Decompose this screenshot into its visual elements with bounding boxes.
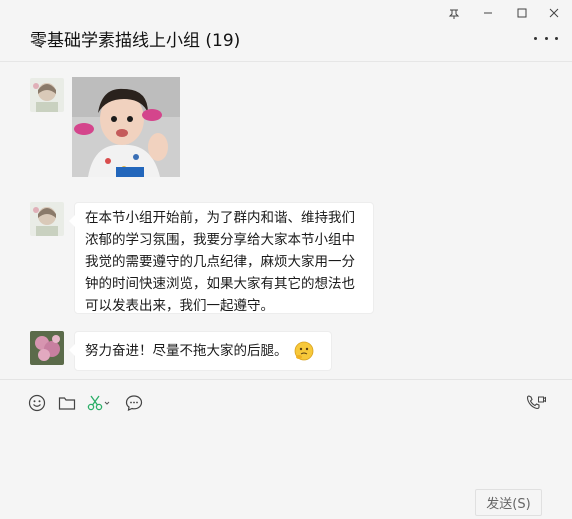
folder-icon[interactable] (57, 393, 77, 413)
scissors-icon[interactable] (87, 393, 113, 413)
message-input[interactable] (0, 420, 572, 490)
girl-avatar[interactable] (30, 202, 64, 236)
girl-avatar[interactable] (30, 78, 64, 112)
pin-icon[interactable] (440, 3, 468, 23)
emoji-icon[interactable] (27, 393, 47, 413)
close-icon[interactable] (540, 3, 568, 23)
chat-bubble-icon[interactable] (124, 393, 144, 413)
message-text: 努力奋进！尽量不拖大家的后腿。 (85, 343, 288, 359)
title-bar: 零基础学素描线上小组 (19) (0, 0, 572, 62)
sticker-photo-little-girl[interactable] (72, 77, 180, 177)
minimize-icon[interactable] (474, 3, 502, 23)
message-text: 在本节小组开始前，为了群内和谐、维持我们浓郁的学习氛围，我要分享给大家本节小组中… (85, 210, 355, 314)
composer-divider (0, 379, 572, 380)
more-options-icon[interactable] (534, 30, 558, 46)
chat-title: 零基础学素描线上小组 (19) (30, 31, 241, 51)
maximize-icon[interactable] (508, 3, 536, 23)
thinking-emoji (294, 341, 314, 361)
flower-avatar[interactable] (30, 331, 64, 365)
video-call-icon[interactable] (526, 393, 546, 413)
message-bubble[interactable]: 努力奋进！尽量不拖大家的后腿。 (69, 331, 332, 371)
message-list[interactable]: 在本节小组开始前，为了群内和谐、维持我们浓郁的学习氛围，我要分享给大家本节小组中… (0, 63, 572, 379)
send-button[interactable]: 发送(S) (475, 489, 542, 516)
message-bubble[interactable]: 在本节小组开始前，为了群内和谐、维持我们浓郁的学习氛围，我要分享给大家本节小组中… (69, 202, 374, 314)
